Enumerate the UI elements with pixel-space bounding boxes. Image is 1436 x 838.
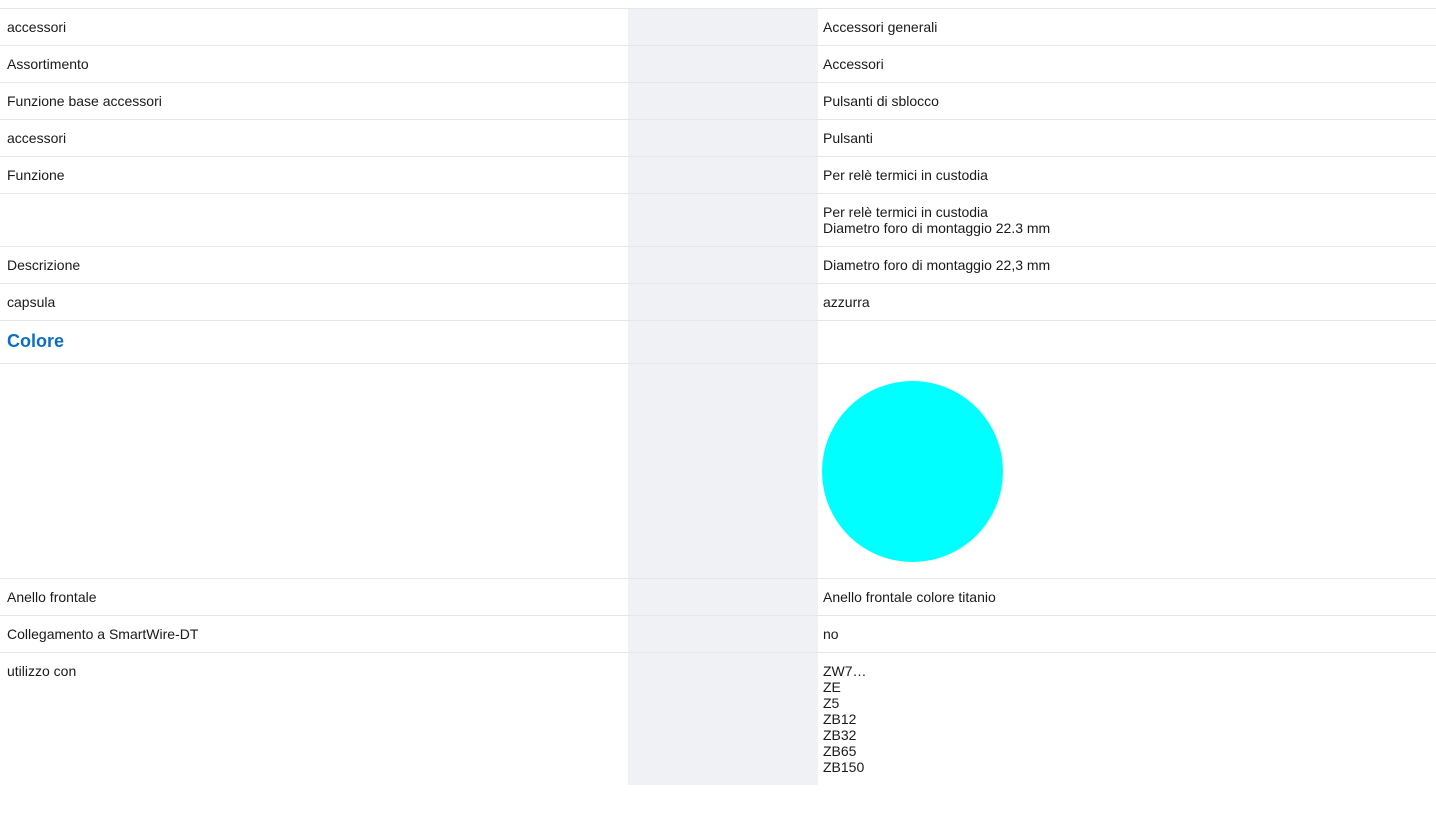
spacer-column [628, 284, 818, 320]
row-value: Diametro foro di montaggio 22,3 mm [823, 257, 1051, 273]
compatible-item: ZW7… [823, 663, 867, 679]
compatible-item: ZE [823, 679, 841, 695]
row-label: Funzione [7, 167, 65, 183]
spacer-column [628, 83, 818, 119]
table-row: Per relè termici in custodia Diametro fo… [0, 193, 1436, 246]
row-value-list: ZW7… ZE Z5 ZB12 ZB32 ZB65 ZB150 [818, 653, 1436, 785]
value-line: Per relè termici in custodia [823, 204, 988, 220]
compatible-item: Z5 [823, 695, 840, 711]
row-value: Anello frontale colore titanio [823, 589, 996, 605]
compatible-item: ZB150 [823, 759, 865, 775]
table-row: Anello frontale Anello frontale colore t… [0, 578, 1436, 615]
spacer-column [628, 321, 818, 363]
table-row: Funzione Per relè termici in custodia [0, 156, 1436, 193]
row-value: Per relè termici in custodia [823, 167, 988, 183]
table-row: accessori Accessori generali [0, 8, 1436, 45]
row-label: Descrizione [7, 257, 81, 273]
swatch-cell [818, 364, 1436, 578]
row-label: capsula [7, 294, 56, 310]
table-row: Funzione base accessori Pulsanti di sblo… [0, 82, 1436, 119]
spacer-column [628, 194, 818, 246]
spacer-column [628, 616, 818, 652]
compatible-item: ZB65 [823, 743, 857, 759]
row-label: accessori [7, 130, 67, 146]
product-spec-page: accessori Accessori generali Assortiment… [0, 0, 1436, 838]
row-value: Accessori generali [823, 19, 938, 35]
row-value: Accessori [823, 56, 884, 72]
row-label-empty [0, 364, 628, 578]
section-title-colore: Colore [7, 331, 65, 351]
specification-table: accessori Accessori generali Assortiment… [0, 8, 1436, 785]
compatible-item: ZB12 [823, 711, 857, 727]
row-label: Funzione base accessori [7, 93, 162, 109]
table-row: utilizzo con ZW7… ZE Z5 ZB12 ZB32 ZB65 Z… [0, 652, 1436, 785]
spacer-column [628, 120, 818, 156]
row-value: Pulsanti di sblocco [823, 93, 939, 109]
spacer-column [628, 247, 818, 283]
spacer-column [628, 579, 818, 615]
table-row: Collegamento a SmartWire-DT no [0, 615, 1436, 652]
row-label: Anello frontale [7, 589, 97, 605]
spacer-column [628, 157, 818, 193]
table-row: Assortimento Accessori [0, 45, 1436, 82]
spacer-column [628, 364, 818, 578]
color-swatch-row [0, 363, 1436, 578]
row-value: azzurra [823, 294, 870, 310]
row-value: Pulsanti [823, 130, 873, 146]
row-value-multiline: Per relè termici in custodia Diametro fo… [818, 194, 1436, 246]
compatible-item: ZB32 [823, 727, 857, 743]
section-header-row: Colore [0, 320, 1436, 363]
row-label [0, 194, 628, 246]
table-row: capsula azzurra [0, 283, 1436, 320]
row-label: accessori [7, 19, 67, 35]
spacer-column [628, 9, 818, 45]
row-label: Assortimento [7, 56, 89, 72]
row-label: utilizzo con [7, 663, 77, 679]
value-line: Diametro foro di montaggio 22.3 mm [823, 220, 1051, 236]
table-row: accessori Pulsanti [0, 119, 1436, 156]
color-swatch [822, 381, 1003, 562]
table-row: Descrizione Diametro foro di montaggio 2… [0, 246, 1436, 283]
row-value: no [823, 626, 839, 642]
spacer-column [628, 653, 818, 785]
row-label: Collegamento a SmartWire-DT [7, 626, 199, 642]
spacer-column [628, 46, 818, 82]
empty-value [818, 321, 1436, 363]
